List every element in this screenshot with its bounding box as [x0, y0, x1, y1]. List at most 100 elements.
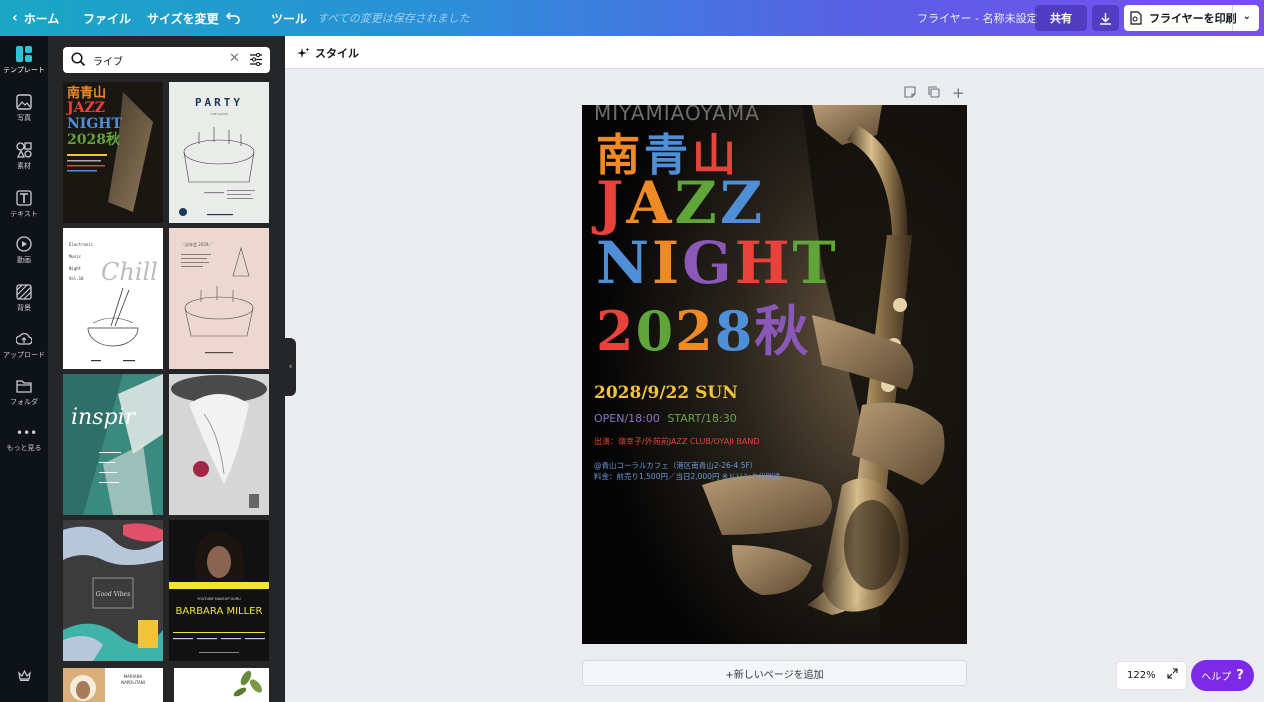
resize-menu[interactable]: サイズを変更	[147, 0, 219, 36]
template-thumb-mariana[interactable]: MARIANA NAPOLITANI	[63, 668, 163, 702]
rail-templates[interactable]: テンプレート	[0, 38, 48, 82]
svg-text:Chill: Chill	[101, 258, 158, 286]
svg-text:LIVE and DJ: LIVE and DJ	[210, 112, 227, 116]
poster-performers[interactable]: 出演：嶺幸子/外苑前JAZZ CLUB/OYAJI BAND	[594, 436, 760, 447]
rail-label: テキスト	[10, 210, 38, 218]
rail-label: アップロード	[3, 351, 45, 359]
text-icon	[16, 190, 32, 206]
search-input[interactable]: ライブ	[93, 53, 123, 68]
home-button[interactable]: ‹ ホーム	[12, 0, 59, 36]
svg-text:PARTY: PARTY	[195, 96, 243, 109]
print-flyer-button[interactable]: フライヤーを印刷 ⌄	[1124, 5, 1259, 31]
svg-text:南青山: 南青山	[67, 85, 106, 101]
elements-icon	[16, 142, 32, 158]
question-icon: ?	[1236, 668, 1244, 683]
poster-char: J	[596, 169, 627, 237]
rail-upload[interactable]: アップロード	[0, 331, 48, 360]
svg-text:Good Vibes: Good Vibes	[96, 591, 130, 598]
poster-char: 2	[596, 299, 636, 363]
svg-text:Vol.18: Vol.18	[69, 276, 84, 281]
poster-char: Z	[719, 169, 766, 237]
search-bar[interactable]: ライブ ✕	[63, 47, 270, 73]
templates-icon	[16, 46, 32, 62]
background-icon	[16, 284, 32, 300]
poster-line-4[interactable]: 2028秋	[596, 287, 810, 366]
rail-label: 動画	[17, 256, 31, 264]
zoom-level: 122%	[1127, 670, 1156, 681]
download-icon	[1100, 12, 1111, 25]
rail-more[interactable]: ••• もっと見る	[0, 426, 48, 453]
file-menu[interactable]: ファイル	[83, 0, 131, 36]
template-thumb-inspire[interactable]: inspir	[63, 374, 163, 515]
svg-text:MARIANA: MARIANA	[124, 674, 143, 679]
print-file-icon	[1130, 11, 1142, 25]
style-button[interactable]: スタイル	[297, 45, 359, 61]
video-icon	[16, 236, 32, 252]
chevron-left-icon: ‹	[12, 10, 18, 26]
style-label: スタイル	[315, 47, 359, 60]
premium-crown-icon[interactable]	[0, 669, 48, 683]
poster-char: 8	[714, 299, 755, 363]
share-button[interactable]: 共有	[1035, 5, 1087, 31]
filter-icon[interactable]	[249, 53, 263, 66]
rail-label: もっと見る	[6, 444, 42, 452]
add-page-button[interactable]: +新しいページを追加	[582, 660, 967, 686]
rail-label: 背景	[17, 304, 31, 312]
top-bar: ‹ ホーム ファイル サイズを変更 ツール すべての変更は保存されました フライ…	[0, 0, 1264, 36]
zoom-control[interactable]: 122%	[1117, 662, 1186, 689]
collapse-panel-button[interactable]: ‹	[285, 338, 296, 396]
template-thumb-party-pink[interactable]: ＼忘年会 2029／	[169, 228, 269, 369]
poster-venue[interactable]: @青山コーラルカフェ（港区南青山2-26-4 5F）	[594, 460, 757, 471]
home-label: ホーム	[23, 11, 60, 26]
divider	[1232, 5, 1233, 31]
template-panel: ライブ ✕ 南青山 JAZZ NIGHT 2028秋 PARTY LIVE an…	[48, 36, 285, 702]
tools-menu[interactable]: ツール	[271, 0, 307, 36]
help-button[interactable]: ヘルプ ?	[1191, 660, 1254, 691]
poster-start: START/18:30	[667, 412, 737, 425]
download-button[interactable]	[1092, 5, 1119, 31]
search-icon	[71, 52, 86, 67]
page-notes-icon[interactable]	[904, 86, 916, 101]
rail-label: 素材	[17, 162, 31, 170]
poster-fee[interactable]: 料金：前売り1,500円／当日2,000円 ※ドリンク代別途	[594, 471, 781, 482]
rail-folder[interactable]: フォルダ	[0, 378, 48, 407]
svg-text:2028秋: 2028秋	[67, 131, 121, 148]
rail-elements[interactable]: 素材	[0, 142, 48, 171]
poster-date[interactable]: 2028/9/22 SUN	[594, 383, 738, 403]
svg-text:NIGHT: NIGHT	[67, 116, 123, 132]
undo-icon[interactable]	[226, 0, 240, 36]
thumb-title: BARBARA MILLER	[176, 606, 263, 617]
template-thumb-white-flower[interactable]	[169, 374, 269, 515]
more-icon: •••	[16, 426, 38, 440]
clear-icon[interactable]: ✕	[229, 51, 240, 66]
template-thumb-barbara-miller[interactable]: YOUTUBE MAKEUP GURU BARBARA MILLER	[169, 520, 269, 661]
poster-char: 0	[635, 299, 676, 363]
duplicate-page-icon[interactable]	[928, 86, 940, 101]
save-status: すべての変更は保存されました	[317, 12, 470, 25]
template-thumb-leaves[interactable]	[174, 668, 269, 702]
rail-photos[interactable]: 写真	[0, 94, 48, 123]
rail-video[interactable]: 動画	[0, 236, 48, 265]
context-toolbar: スタイル	[285, 36, 1264, 69]
rail-text[interactable]: テキスト	[0, 190, 48, 219]
poster-char: 秋	[754, 300, 811, 363]
add-page-icon[interactable]: +	[952, 84, 965, 102]
poster-line-2[interactable]: JAZZ	[596, 169, 765, 237]
chevron-down-icon[interactable]: ⌄	[1243, 11, 1251, 22]
template-thumb-party[interactable]: PARTY LIVE and DJ	[169, 82, 269, 223]
rail-background[interactable]: 背景	[0, 284, 48, 313]
document-title[interactable]: フライヤー - 名称未設定	[917, 0, 1038, 36]
svg-text:NAPOLITANI: NAPOLITANI	[121, 680, 145, 685]
poster-char: 2	[675, 299, 715, 363]
thumb-sub: YOUTUBE MAKEUP GURU	[197, 597, 241, 601]
template-thumb-chill[interactable]: Electronic Music Night Vol.18 Chill	[63, 228, 163, 369]
template-thumb-good-vibes[interactable]: Good Vibes	[63, 520, 163, 661]
template-thumb-jazz-night[interactable]: 南青山 JAZZ NIGHT 2028秋	[63, 82, 163, 223]
fullscreen-icon[interactable]	[1167, 668, 1178, 679]
svg-text:Music: Music	[69, 254, 82, 259]
upload-icon	[16, 332, 32, 345]
poster-times[interactable]: OPEN/18:00 START/18:30	[594, 412, 737, 425]
flyer-canvas[interactable]: MIYAMIAOYAMA 南青山 JAZZ NIGHT 2028秋 2028/9…	[582, 105, 967, 644]
rail-label: テンプレート	[3, 66, 45, 74]
rail-label: フォルダ	[10, 398, 38, 406]
